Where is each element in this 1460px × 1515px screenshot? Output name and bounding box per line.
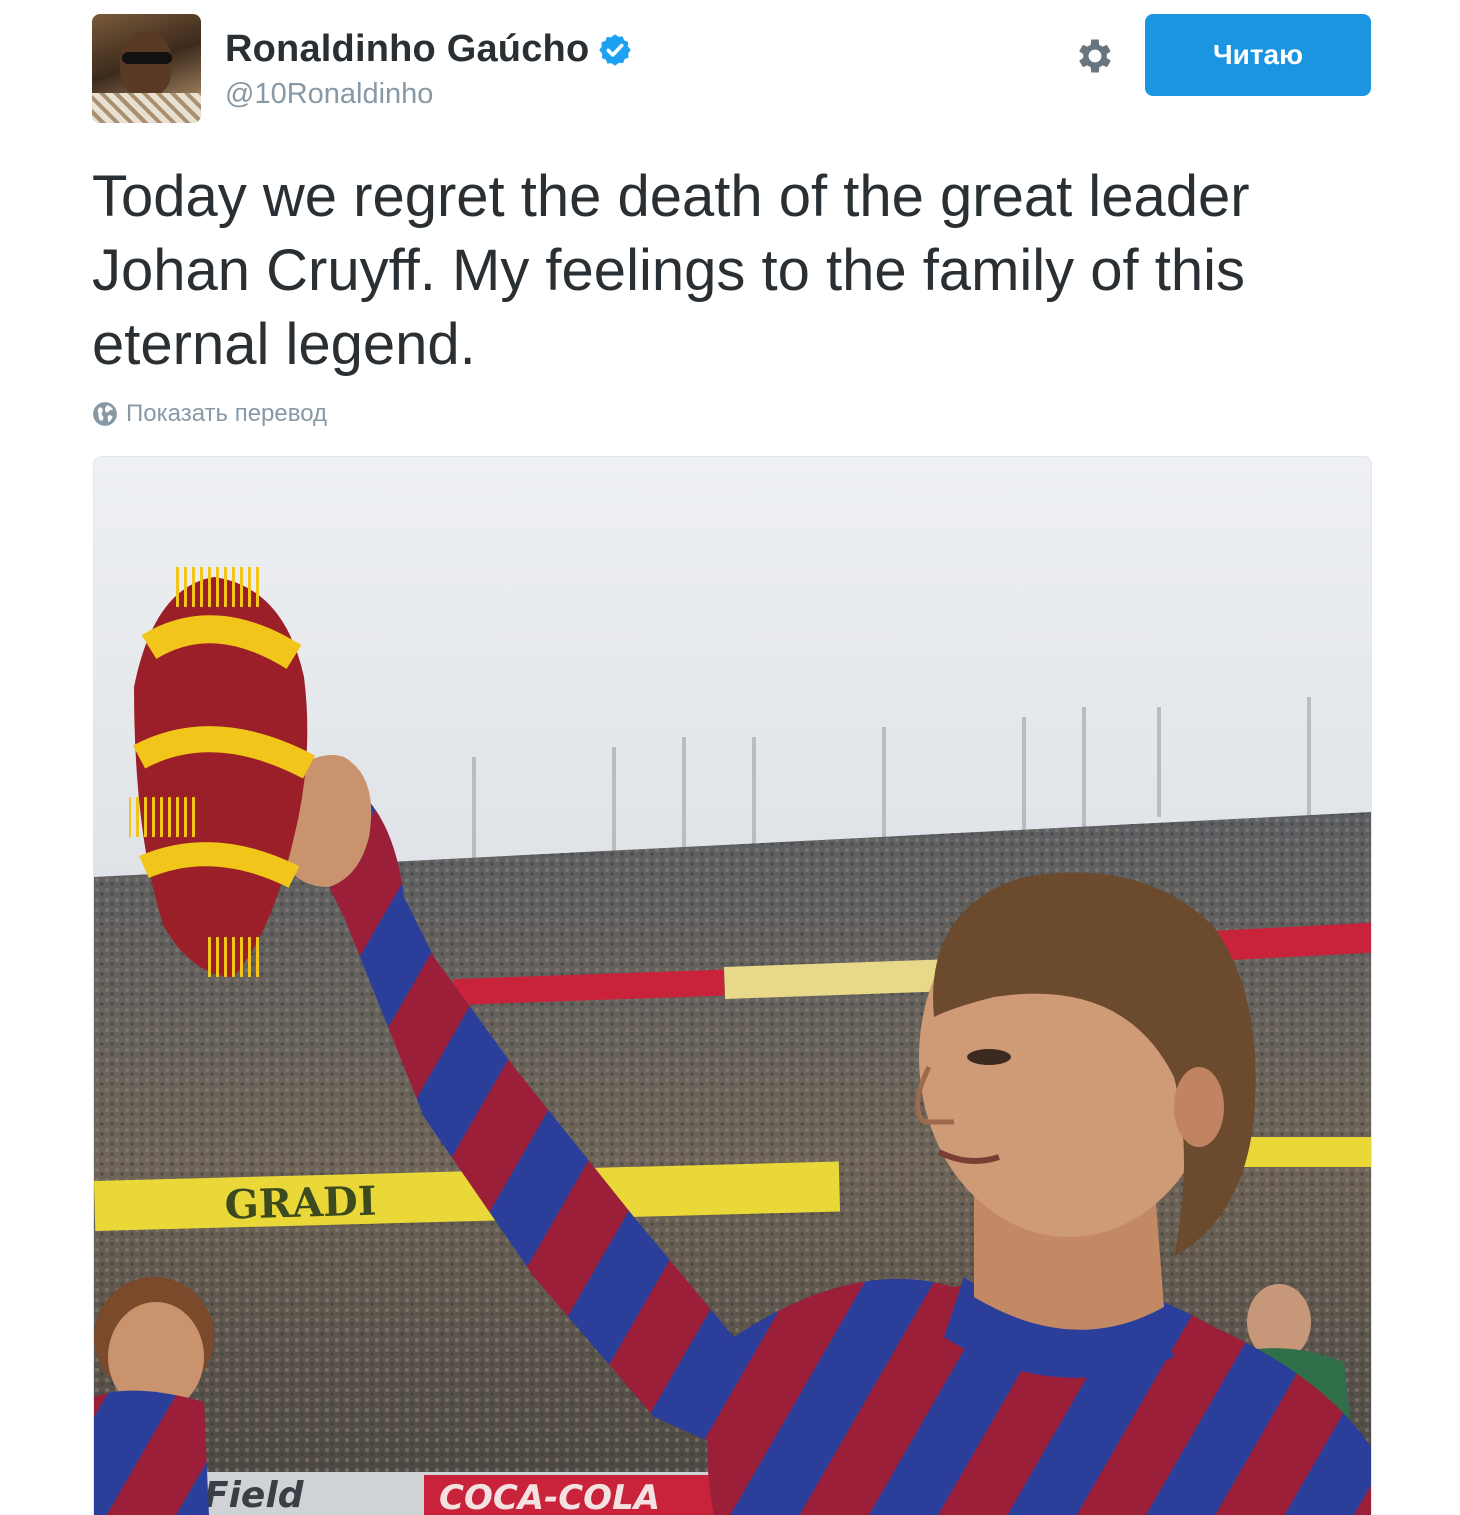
avatar-face [120, 32, 172, 98]
verified-badge-icon [599, 33, 632, 66]
author-handle[interactable]: @10Ronaldinho [225, 78, 433, 111]
tweet-card: Ronaldinho Gaúcho @10Ronaldinho Читаю To… [0, 0, 1460, 1515]
author-name-row: Ronaldinho Gaúcho [225, 28, 633, 71]
globe-icon [93, 402, 117, 426]
avatar-sunglasses [122, 52, 172, 64]
follow-button[interactable]: Читаю [1145, 14, 1371, 96]
tweet-photo[interactable]: GRADI Field COCA-COLA [93, 456, 1372, 1515]
banner-text-bottom: Field [204, 1475, 305, 1515]
author-display-name[interactable]: Ronaldinho Gaúcho [225, 28, 589, 71]
banner-text-right: COCA-COLA [439, 1478, 660, 1515]
photo-illustration: GRADI Field COCA-COLA [94, 457, 1371, 1515]
banner-text-left: GRADI [224, 1178, 377, 1229]
avatar-shirt [92, 93, 201, 123]
show-translation-label: Показать перевод [126, 400, 328, 427]
avatar[interactable] [92, 14, 201, 123]
show-translation-link[interactable]: Показать перевод [92, 400, 327, 428]
tweet-text: Today we regret the death of the great l… [92, 164, 1250, 377]
gear-icon[interactable] [1073, 34, 1117, 78]
